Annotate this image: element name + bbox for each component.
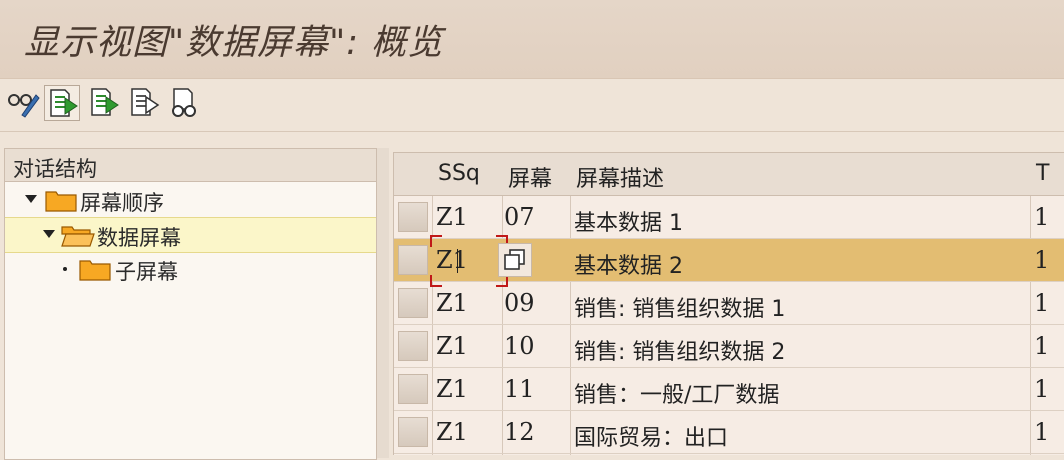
cell-ssq[interactable]: Z1 [436, 418, 468, 446]
column-header-type[interactable]: T [1036, 161, 1049, 186]
column-header-description[interactable]: 屏幕描述 [576, 161, 664, 193]
cell-screen[interactable]: 11 [504, 375, 535, 403]
title-bar: 显示视图"数据屏幕": 概览 [0, 0, 1064, 79]
cell-type: 1 [1034, 203, 1050, 231]
row-selector[interactable] [398, 245, 428, 275]
cell-ssq[interactable]: Z1 [436, 332, 468, 360]
text-cursor [457, 249, 458, 273]
row-selector[interactable] [398, 288, 428, 318]
cell-description: 基本数据 2 [574, 254, 683, 279]
cell-screen[interactable]: 12 [504, 418, 535, 446]
copy-value-button[interactable] [498, 243, 532, 277]
folder-icon [45, 191, 77, 212]
cell-description: 基本数据 1 [574, 211, 683, 236]
dialog-structure-panel: 对话结构 屏幕顺序 数据屏幕 子屏幕 [4, 148, 377, 460]
dialog-structure-title: 对话结构 [13, 157, 97, 181]
tree-item-label: 子屏幕 [115, 260, 178, 284]
tree-item-data-screen[interactable]: 数据屏幕 [5, 217, 376, 253]
table-row[interactable]: Z1 11 销售：一般/工厂数据 1 [394, 368, 1064, 411]
cell-description: 销售: 销售组织数据 2 [574, 340, 786, 365]
table-row[interactable]: Z1 10 销售: 销售组织数据 2 1 [394, 325, 1064, 368]
table-header: SSq 屏幕 屏幕描述 T [394, 153, 1064, 196]
column-header-ssq[interactable]: SSq [438, 161, 480, 186]
cell-ssq[interactable]: Z1 [436, 203, 468, 231]
tree-item-label: 屏幕顺序 [80, 191, 164, 215]
screen-copy-icon[interactable] [126, 85, 162, 121]
display-change-icon[interactable] [4, 85, 40, 121]
panel-splitter[interactable] [377, 148, 389, 458]
cell-screen[interactable]: 10 [504, 332, 535, 360]
cell-type: 1 [1034, 246, 1050, 274]
window-title: 显示视图"数据屏幕": 概览 [24, 23, 444, 63]
toolbar [0, 79, 1064, 132]
glasses-icon[interactable] [166, 85, 202, 121]
leaf-bullet-icon [63, 267, 67, 271]
cell-screen[interactable]: 09 [504, 289, 535, 317]
table-row[interactable]: Z1 12 国际贸易：出口 1 [394, 411, 1064, 454]
column-header-screen[interactable]: 屏幕 [508, 161, 552, 193]
cell-type: 1 [1034, 289, 1050, 317]
screen-next-icon[interactable] [86, 85, 122, 121]
row-selector[interactable] [398, 202, 428, 232]
tree-item-screen-sequence[interactable]: 屏幕顺序 [5, 183, 376, 217]
tree-item-label: 数据屏幕 [97, 226, 181, 250]
table-row[interactable]: Z1 09 销售: 销售组织数据 1 1 [394, 282, 1064, 325]
copy-icon [504, 249, 525, 270]
cell-description: 销售: 销售组织数据 1 [574, 297, 786, 322]
row-selector[interactable] [398, 417, 428, 447]
row-selector[interactable] [398, 331, 428, 361]
cell-description: 国际贸易：出口 [574, 426, 729, 451]
screen-detail-icon[interactable] [44, 85, 80, 121]
row-selector[interactable] [398, 374, 428, 404]
folder-icon [79, 260, 111, 281]
cell-ssq[interactable]: Z1 [436, 289, 468, 317]
table-row[interactable]: Z1 07 基本数据 1 1 [394, 196, 1064, 239]
cell-ssq[interactable]: Z1 [436, 246, 468, 274]
cell-type: 1 [1034, 332, 1050, 360]
focus-corner [430, 235, 442, 247]
cell-screen[interactable]: 07 [504, 203, 535, 231]
cell-type: 1 [1034, 375, 1050, 403]
cell-description: 销售：一般/工厂数据 [574, 383, 780, 408]
expand-arrow-icon[interactable] [43, 230, 55, 238]
expand-arrow-icon[interactable] [25, 195, 37, 203]
open-folder-icon [61, 226, 95, 247]
cell-ssq[interactable]: Z1 [436, 375, 468, 403]
cell-type: 1 [1034, 418, 1050, 446]
data-table: SSq 屏幕 屏幕描述 T Z1 07 基本数据 1 1 Z1 基本数据 2 1… [393, 152, 1064, 455]
table-row-selected[interactable]: Z1 基本数据 2 1 [394, 235, 1064, 287]
tree-item-subscreen[interactable]: 子屏幕 [5, 252, 376, 286]
dialog-structure-header: 对话结构 [5, 149, 376, 182]
